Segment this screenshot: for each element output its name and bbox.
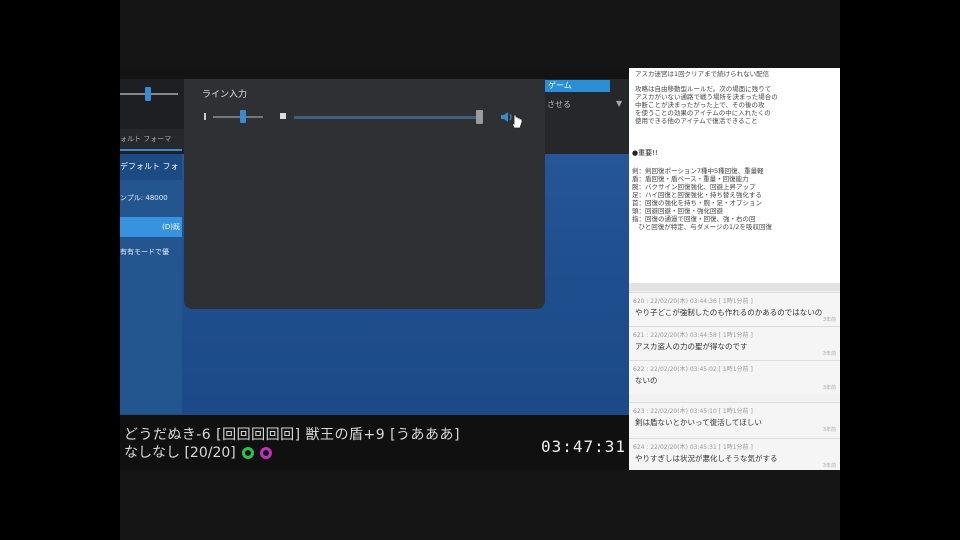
comment-age: 3年前 — [822, 463, 836, 469]
dropdown-label[interactable]: させる — [547, 99, 571, 110]
note-line: アスカがいない通路で戦う場所を決まった場合の — [635, 93, 778, 101]
left-letterbox — [0, 0, 120, 540]
comment-age: 3年前 — [822, 351, 836, 357]
comment-age: 3年前 — [822, 385, 836, 391]
comment-panel: アスカ迷宮は1回クリアまで続けられない配信 攻略は自由移動型ルールだ。次の場面に… — [629, 68, 840, 470]
note-item: 剣：剣回復ポーション7種中5種回復、重量軽 — [632, 167, 764, 175]
background-settings-panel: ゲーム させる ▼ — [545, 79, 629, 154]
status-line: なしなし [20/20] — [124, 442, 272, 462]
comment-item: 624 : 22/02/20(木) 03:45:31 [ 1時1分前 ] やりす… — [629, 438, 840, 470]
stream-notes: アスカ迷宮は1回クリアまで続けられない配信 攻略は自由移動型ルールだ。次の場面に… — [629, 68, 840, 286]
comment-text: アスカ盗人の力の聖が得なのです — [635, 342, 748, 351]
right-letterbox — [840, 0, 960, 540]
note-line: 使用できる他のアイテムで復活できること — [635, 117, 758, 125]
note-line: アスカ迷宮は1回クリアまで続けられない配信 — [635, 70, 770, 78]
selected-device-item[interactable]: ゲーム — [545, 80, 610, 92]
play-time: 03:47:31 — [541, 437, 627, 456]
comment-meta: 622 : 22/02/20(木) 03:45:02 [ 1時1分前 ] — [633, 366, 753, 373]
comment-item: 620 : 22/02/20(木) 03:44:36 [ 1時1分前 ] やり子… — [629, 292, 840, 326]
note-item: 首：回復の強化を持ち・腕・足・オプション — [632, 199, 762, 207]
comment-text: 剣は盾ないとかいって復活してほしい — [635, 418, 762, 427]
bottom-bar — [120, 470, 840, 540]
note-item: 盾：盾回復・盾ベース・重量・回復能力 — [632, 175, 749, 183]
tab-underline — [120, 149, 182, 151]
note-item: ひと回復が特定、与ダメージの1/2を吸収回復 — [632, 223, 772, 231]
note-line: を使うことの効果のアイテムの中に入れたくの — [635, 109, 771, 117]
game-desktop: ゲーム させる ▼ ォルト フォーマ デフォルト フォ ンプル: 48000 (… — [120, 79, 629, 415]
note-item: 足：ハイ回復と回復強化・持ち替え強化する — [632, 191, 762, 199]
cursor-icon — [511, 114, 523, 129]
notes-intro: アスカ迷宮は1回クリアまで続けられない配信 攻略は自由移動型ルールだ。次の場面に… — [629, 68, 840, 127]
comment-item: 623 : 22/02/20(木) 03:45:10 [ 1時1分前 ] 剣は盾… — [629, 402, 840, 436]
balance-knob[interactable] — [240, 110, 246, 123]
equipment-line: どうだぬき-6 [回回回回回] 獣王の盾+9 [うあああ] — [124, 427, 461, 443]
comment-text: ないの — [635, 376, 658, 385]
volume-controls — [200, 107, 540, 129]
tab-format[interactable]: ォルト フォーマ — [120, 129, 190, 149]
comment-text: やりすぎしは状況が悪化しそうな気がする — [635, 454, 778, 463]
comment-item: 622 : 22/02/20(木) 03:45:02 [ 1時1分前 ] ないの… — [629, 360, 840, 394]
format-heading: デフォルト フォ — [120, 154, 182, 180]
background-slider-knob[interactable] — [145, 87, 151, 101]
note-item: 頭：回避回避・回復・強化回避 — [632, 207, 723, 215]
notes-heading: ●重要!! — [632, 149, 658, 157]
comment-meta: 623 : 22/02/20(木) 03:45:10 [ 1時1分前 ] — [633, 408, 753, 415]
notes-footer — [629, 283, 840, 291]
comment-age: 3年前 — [822, 317, 836, 323]
min-marker — [204, 113, 206, 120]
video-frame: ゲーム させる ▼ ォルト フォーマ デフォルト フォ ンプル: 48000 (… — [120, 0, 840, 540]
status-text: なしなし [20/20] — [124, 445, 236, 461]
volume-knob[interactable] — [476, 110, 483, 124]
sample-rate-text: ンプル: 48000 — [120, 194, 168, 202]
exclusive-mode-text: 有有モードで優 — [120, 248, 169, 256]
magenta-ring-icon — [259, 447, 272, 459]
comment-meta: 624 : 22/02/20(木) 03:45:31 [ 1時1分前 ] — [633, 444, 753, 451]
balance-track[interactable] — [213, 116, 263, 118]
level-marker — [280, 113, 286, 119]
comment-meta: 621 : 22/02/20(木) 03:44:58 [ 1時1分前 ] — [633, 332, 753, 339]
note-item: 腕：バクサイン回復強化、回避上昇アップ — [632, 183, 756, 191]
volume-track[interactable] — [294, 116, 478, 119]
format-panel: デフォルト フォ ンプル: 48000 (D)既 有有モードで優 — [120, 154, 182, 414]
default-button[interactable]: (D)既 — [120, 217, 182, 237]
note-line: 中断ことが決まったがった上で、その後の攻 — [635, 101, 765, 109]
line-input-dialog: ライン入力 — [184, 79, 545, 309]
note-item: 指：回復の通過で回復・回復、強・右の回 — [632, 215, 756, 223]
top-bar — [120, 0, 840, 68]
game-status-hud: どうだぬき-6 [回回回回回] 獣王の盾+9 [うあああ] なしなし [20/2… — [120, 415, 629, 470]
comment-text: やり子どこが強制したのも作れるのかあるのではないの — [635, 308, 823, 317]
comment-item: 621 : 22/02/20(木) 03:44:58 [ 1時1分前 ] アスカ… — [629, 326, 840, 360]
note-line: 攻略は自由移動型ルールだ。次の場面に残りて — [635, 85, 772, 93]
green-ring-icon — [241, 447, 254, 459]
comment-age: 3年前 — [822, 427, 836, 433]
dialog-title: ライン入力 — [202, 90, 248, 100]
comment-meta: 620 : 22/02/20(木) 03:44:36 [ 1時1分前 ] — [633, 298, 753, 305]
chevron-down-icon[interactable]: ▼ — [616, 99, 622, 108]
